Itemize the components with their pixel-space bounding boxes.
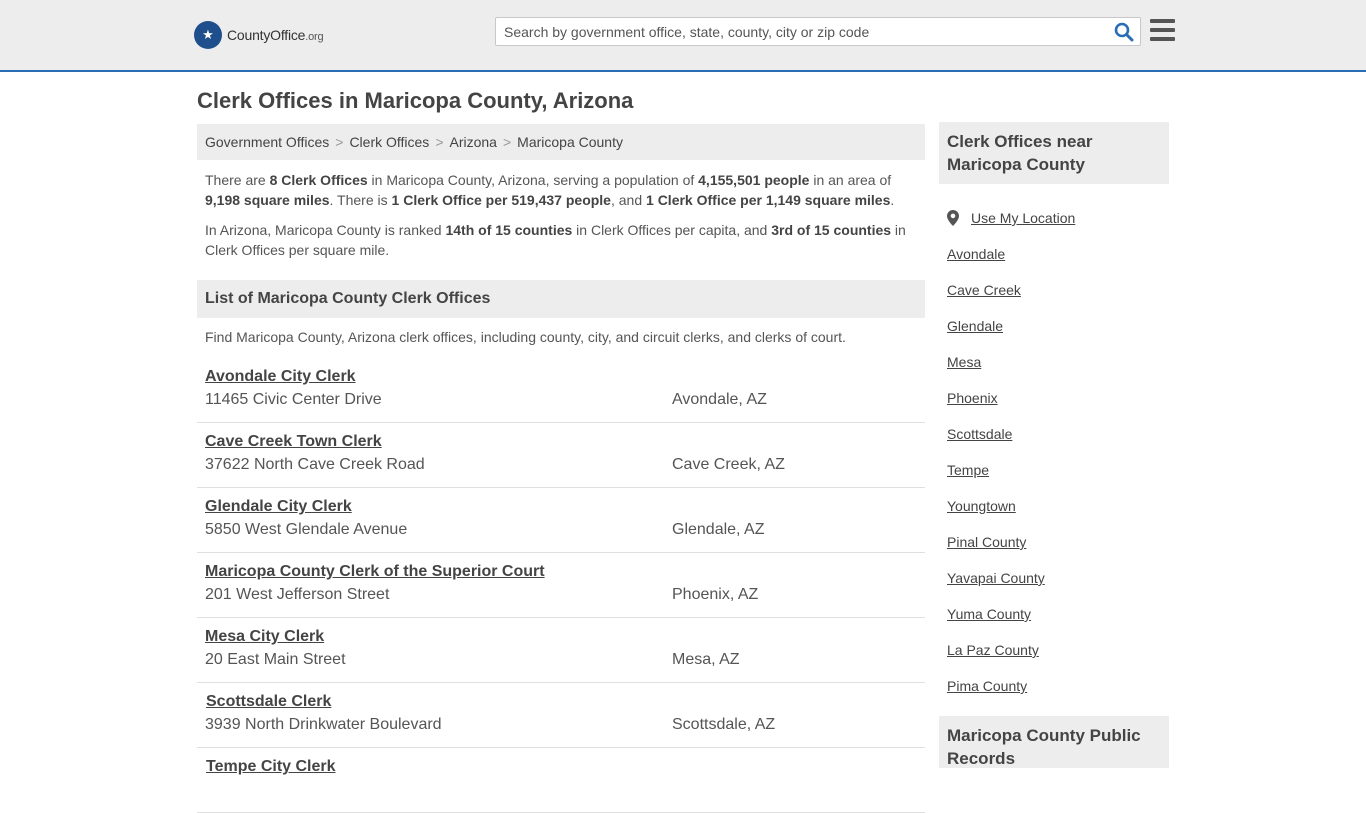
office-name-link[interactable]: Maricopa County Clerk of the Superior Co… <box>205 563 545 581</box>
office-list: Avondale City Clerk 11465 Civic Center D… <box>197 358 925 813</box>
page-title: Clerk Offices in Maricopa County, Arizon… <box>197 88 634 113</box>
summary-text-run: . There is <box>329 192 392 208</box>
breadcrumb-clerk-offices[interactable]: Clerk Offices <box>349 134 429 150</box>
site-header: ★ CountyOffice.org <box>0 0 1366 72</box>
logo-brand: CountyOffice <box>227 27 306 43</box>
sidebar-item-tempe: Tempe <box>947 452 1167 488</box>
summary-text-run: , and <box>610 192 647 208</box>
sidebar-link[interactable]: Pinal County <box>947 534 1026 550</box>
sidebar-item-cave-creek: Cave Creek <box>947 272 1167 308</box>
list-item: Scottsdale Clerk 3939 North Drinkwater B… <box>197 683 925 748</box>
sidebar-item-yuma-county: Yuma County <box>947 596 1167 632</box>
summary-highlight: 14th of 15 counties <box>445 222 573 238</box>
sidebar-item-pinal-county: Pinal County <box>947 524 1167 560</box>
summary-highlight: 9,198 square miles <box>205 192 330 208</box>
office-name-link[interactable]: Avondale City Clerk <box>205 368 356 386</box>
logo-tld: .org <box>305 31 324 43</box>
office-address: 201 West Jefferson Street <box>205 586 390 603</box>
office-city: Mesa, AZ <box>672 651 740 668</box>
sidebar-link[interactable]: Glendale <box>947 318 1003 334</box>
eagle-icon: ★ <box>194 21 222 49</box>
breadcrumb-separator-icon: > <box>335 134 344 150</box>
office-name-link[interactable]: Mesa City Clerk <box>205 628 324 646</box>
sidebar-item-scottsdale: Scottsdale <box>947 416 1167 452</box>
summary-highlight: 1 Clerk Office per 519,437 people <box>391 192 611 208</box>
list-description: Find Maricopa County, Arizona clerk offi… <box>205 329 846 345</box>
sidebar-item-pima-county: Pima County <box>947 668 1167 704</box>
sidebar-item-phoenix: Phoenix <box>947 380 1167 416</box>
summary-text-run: in Clerk Offices per capita, and <box>572 222 772 238</box>
sidebar-link[interactable]: Phoenix <box>947 390 998 406</box>
sidebar-link[interactable]: Tempe <box>947 462 989 478</box>
summary-paragraph-population: There are 8 Clerk Offices in Maricopa Co… <box>205 170 917 210</box>
sidebar-link[interactable]: Mesa <box>947 354 981 370</box>
list-item: Tempe City Clerk <box>197 748 925 813</box>
office-address: 5850 West Glendale Avenue <box>205 521 408 538</box>
list-header: List of Maricopa County Clerk Offices <box>197 280 925 318</box>
sidebar-nearby-title: Clerk Offices near Maricopa County <box>939 122 1169 184</box>
summary-text-run: in Maricopa County, Arizona, serving a p… <box>367 172 699 188</box>
office-city: Cave Creek, AZ <box>672 456 785 473</box>
site-logo[interactable]: ★ CountyOffice.org <box>194 20 324 50</box>
summary-text: There are 8 Clerk Offices in Maricopa Co… <box>205 170 917 270</box>
sidebar-nearby-list: Use My Location Avondale Cave Creek Glen… <box>947 200 1167 704</box>
office-address: 11465 Civic Center Drive <box>205 391 382 408</box>
sidebar-item-glendale: Glendale <box>947 308 1167 344</box>
location-pin-icon <box>947 210 959 226</box>
sidebar-item-la-paz-county: La Paz County <box>947 632 1167 668</box>
list-item: Glendale City Clerk 5850 West Glendale A… <box>197 488 925 553</box>
office-name-link[interactable]: Cave Creek Town Clerk <box>205 433 382 451</box>
use-my-location-link[interactable]: Use My Location <box>971 210 1075 226</box>
sidebar-item-youngtown: Youngtown <box>947 488 1167 524</box>
breadcrumb-maricopa-county[interactable]: Maricopa County <box>517 134 623 150</box>
sidebar-item-avondale: Avondale <box>947 236 1167 272</box>
office-name-link[interactable]: Tempe City Clerk <box>206 758 336 776</box>
summary-highlight: 8 Clerk Offices <box>269 172 368 188</box>
sidebar-link[interactable]: Yuma County <box>947 606 1031 622</box>
summary-paragraph-ranking: In Arizona, Maricopa County is ranked 14… <box>205 220 917 260</box>
office-address: 37622 North Cave Creek Road <box>205 456 425 473</box>
list-item: Avondale City Clerk 11465 Civic Center D… <box>197 358 925 423</box>
office-city: Scottsdale, AZ <box>672 716 776 733</box>
hamburger-menu-icon[interactable] <box>1150 19 1175 41</box>
sidebar-item-yavapai-county: Yavapai County <box>947 560 1167 596</box>
sidebar-link[interactable]: Yavapai County <box>947 570 1045 586</box>
summary-text-run: . <box>890 192 895 208</box>
office-name-link[interactable]: Scottsdale Clerk <box>206 693 331 711</box>
search-input[interactable] <box>496 18 1106 45</box>
breadcrumb-separator-icon: > <box>502 134 512 150</box>
summary-text-run: There are <box>205 172 270 188</box>
office-city: Phoenix, AZ <box>672 586 759 603</box>
search-icon[interactable] <box>1114 22 1134 42</box>
sidebar-public-records-title: Maricopa County Public Records <box>939 716 1169 768</box>
list-item: Mesa City Clerk 20 East Main Street Mesa… <box>197 618 925 683</box>
sidebar-item-use-location: Use My Location <box>947 200 1167 236</box>
sidebar-item-mesa: Mesa <box>947 344 1167 380</box>
breadcrumb-arizona[interactable]: Arizona <box>450 134 497 150</box>
summary-highlight: 4,155,501 people <box>698 172 810 188</box>
sidebar-link[interactable]: Scottsdale <box>947 426 1012 442</box>
search-box <box>495 17 1141 46</box>
office-name-link[interactable]: Glendale City Clerk <box>205 498 352 516</box>
sidebar-link[interactable]: Youngtown <box>947 498 1016 514</box>
summary-highlight: 1 Clerk Office per 1,149 square miles <box>646 192 891 208</box>
summary-text-run: in an area of <box>809 172 892 188</box>
sidebar-link[interactable]: La Paz County <box>947 642 1039 658</box>
office-city: Glendale, AZ <box>672 521 765 538</box>
office-address: 20 East Main Street <box>205 651 346 668</box>
sidebar-link[interactable]: Cave Creek <box>947 282 1021 298</box>
sidebar-link[interactable]: Avondale <box>947 246 1005 262</box>
office-address: 3939 North Drinkwater Boulevard <box>205 716 442 733</box>
list-item: Cave Creek Town Clerk 37622 North Cave C… <box>197 423 925 488</box>
breadcrumb-government-offices[interactable]: Government Offices <box>205 134 329 150</box>
list-item: Maricopa County Clerk of the Superior Co… <box>197 553 925 618</box>
breadcrumb: Government Offices > Clerk Offices > Arizona… <box>197 124 925 160</box>
summary-text-run: In Arizona, Maricopa County is ranked <box>205 222 446 238</box>
sidebar-link[interactable]: Pima County <box>947 678 1027 694</box>
summary-highlight: 3rd of 15 counties <box>771 222 892 238</box>
breadcrumb-separator-icon: > <box>435 134 444 150</box>
office-city: Avondale, AZ <box>672 391 767 408</box>
